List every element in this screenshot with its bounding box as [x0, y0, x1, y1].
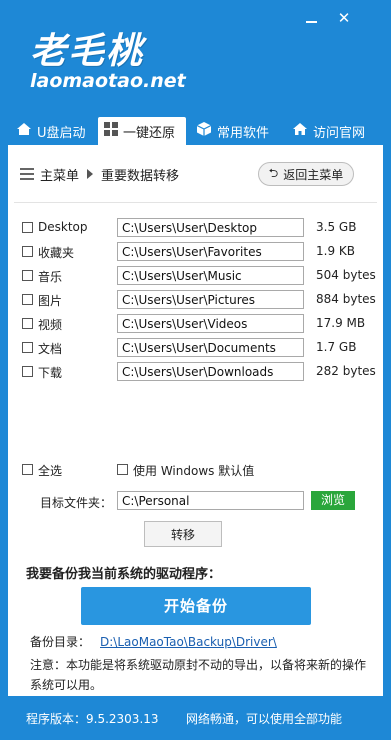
folder-checkbox[interactable]	[22, 222, 33, 233]
select-all-checkbox[interactable]	[22, 464, 33, 475]
select-all-label: 全选	[38, 464, 63, 478]
tab-label: 访问官网	[313, 125, 366, 141]
folder-path-input[interactable]: C:\Users\User\Favorites	[117, 242, 304, 261]
tab-label: 常用软件	[217, 125, 270, 141]
backup-dir-label: 备份目录：	[30, 635, 91, 649]
box-icon	[196, 121, 212, 141]
folder-label: 文档	[38, 342, 63, 356]
folder-label: 下载	[38, 366, 63, 380]
breadcrumb-current: 重要数据转移	[101, 168, 180, 184]
folder-path-input[interactable]: C:\Users\User\Music	[117, 266, 304, 285]
breadcrumb-main[interactable]: 主菜单	[40, 165, 79, 184]
driver-backup-title: 我要备份我当前系统的驱动程序：	[26, 567, 222, 582]
house-icon	[16, 122, 32, 140]
folder-label: Desktop	[38, 220, 88, 234]
folder-path-input[interactable]: C:\Users\User\Documents	[117, 338, 304, 357]
windows-icon	[104, 122, 118, 140]
folder-size: 282 bytes	[316, 364, 376, 378]
folder-row: 文档 C:\Users\User\Documents 1.7 GB	[22, 338, 374, 358]
backup-dir-link[interactable]: D:\LaoMaoTao\Backup\Driver\	[100, 635, 277, 649]
content-panel: 主菜单 重要数据转移 ⮌ 返回主菜单 Desktop C:\Users\User…	[8, 145, 383, 696]
folder-checkbox[interactable]	[22, 318, 33, 329]
divider	[14, 202, 377, 203]
folder-label: 图片	[38, 294, 63, 308]
folder-checkbox[interactable]	[22, 342, 33, 353]
close-button[interactable]: ✕	[336, 10, 352, 26]
folder-row: 收藏夹 C:\Users\User\Favorites 1.9 KB	[22, 242, 374, 262]
program-version: 程序版本：9.5.2303.13	[26, 712, 159, 726]
back-button-label: 返回主菜单	[283, 167, 344, 182]
target-folder-input[interactable]: C:\Personal	[117, 491, 304, 510]
folder-row: 图片 C:\Users\User\Pictures 884 bytes	[22, 290, 376, 310]
tab-one-key-restore[interactable]: 一键还原	[98, 117, 186, 145]
breadcrumb: 主菜单 重要数据转移	[20, 165, 180, 184]
logo-title: 老毛桃	[30, 30, 145, 72]
backup-directory: 备份目录： D:\LaoMaoTao\Backup\Driver\	[30, 633, 277, 650]
use-default-checkbox[interactable]	[117, 464, 128, 475]
start-backup-button[interactable]: 开始备份	[81, 587, 311, 625]
use-default-label: 使用 Windows 默认值	[133, 464, 255, 478]
folder-label: 视频	[38, 318, 63, 332]
folder-path-input[interactable]: C:\Users\User\Videos	[117, 314, 304, 333]
minimize-icon	[305, 21, 317, 23]
folder-path-input[interactable]: C:\Users\User\Desktop	[117, 218, 304, 237]
tab-usb-boot[interactable]: U盘启动	[8, 117, 98, 145]
target-folder-label: 目标文件夹：	[40, 496, 113, 510]
folder-row: 视频 C:\Users\User\Videos 17.9 MB	[22, 314, 374, 334]
folder-label: 音乐	[38, 270, 63, 284]
folder-checkbox[interactable]	[22, 294, 33, 305]
folder-checkbox[interactable]	[22, 246, 33, 257]
backup-note: 注意：本功能是将系统驱动原封不动的导出，以备将来新的操作系统可以用。	[30, 658, 367, 692]
folder-row: 音乐 C:\Users\User\Music 504 bytes	[22, 266, 376, 286]
tab-label: U盘启动	[37, 125, 86, 141]
folder-row: Desktop C:\Users\User\Desktop 3.5 GB	[22, 218, 374, 238]
tab-bar: U盘启动 一键还原 常用软件 访问官网	[8, 117, 383, 145]
back-to-main-button[interactable]: ⮌ 返回主菜单	[258, 162, 354, 186]
tab-common-software[interactable]: 常用软件	[186, 117, 282, 145]
network-status: 网络畅通，可以使用全部功能	[186, 712, 343, 726]
folder-size: 3.5 GB	[316, 220, 357, 234]
folder-checkbox[interactable]	[22, 270, 33, 281]
logo-url: laomaotao.net	[30, 70, 186, 92]
folder-path-input[interactable]: C:\Users\User\Downloads	[117, 362, 304, 381]
folder-size: 504 bytes	[316, 268, 376, 282]
folder-size: 884 bytes	[316, 292, 376, 306]
browse-button[interactable]: 浏览	[311, 491, 355, 510]
return-icon: ⮌	[268, 165, 279, 180]
minimize-button[interactable]	[303, 10, 319, 26]
close-icon: ✕	[337, 9, 351, 27]
folder-row: 下载 C:\Users\User\Downloads 282 bytes	[22, 362, 376, 382]
status-bar: 程序版本：9.5.2303.13 网络畅通，可以使用全部功能	[0, 696, 391, 740]
folder-label: 收藏夹	[38, 246, 75, 260]
folder-checkbox[interactable]	[22, 366, 33, 377]
folder-path-input[interactable]: C:\Users\User\Pictures	[117, 290, 304, 309]
home-icon	[292, 122, 308, 140]
folder-size: 1.9 KB	[316, 244, 355, 258]
folder-size: 1.7 GB	[316, 340, 357, 354]
menu-icon	[20, 165, 34, 183]
tab-label: 一键还原	[123, 125, 176, 141]
folder-size: 17.9 MB	[316, 316, 366, 330]
app-window: 老毛桃 laomaotao.net ✕ U盘启动 一键还原 常用软件 访问官网 …	[0, 0, 391, 740]
tab-visit-website[interactable]: 访问官网	[282, 117, 382, 145]
transfer-button[interactable]: 转移	[144, 521, 222, 547]
arrow-right-icon	[87, 169, 94, 179]
